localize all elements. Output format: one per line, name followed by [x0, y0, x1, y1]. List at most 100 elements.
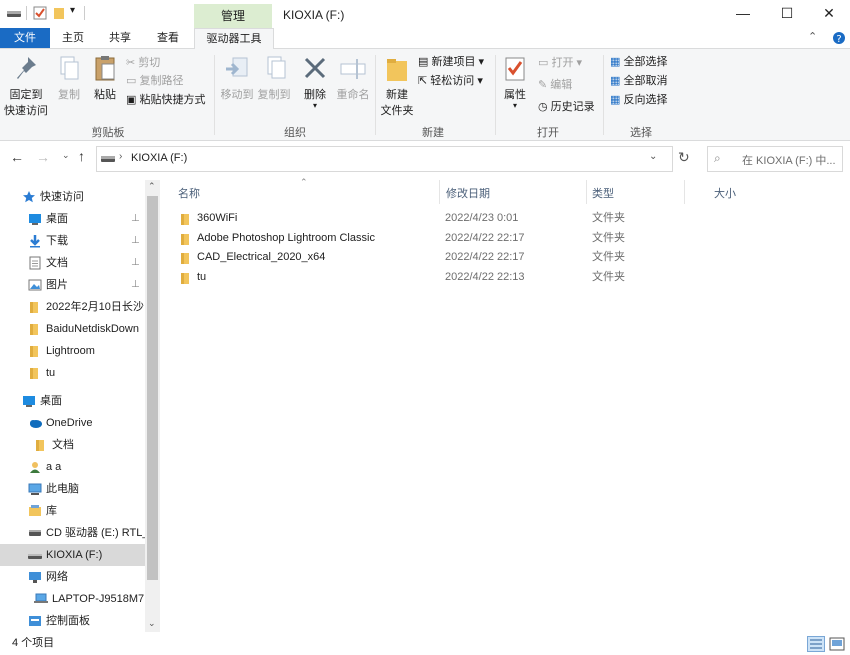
breadcrumb-chevron-icon[interactable]: ›	[119, 151, 122, 162]
sidebar-item[interactable]: 文档	[0, 434, 145, 456]
paste-icon	[95, 56, 115, 81]
refresh-icon[interactable]: ↻	[678, 149, 690, 166]
edit-icon: ✎	[538, 79, 551, 91]
pin-quick-access-button[interactable]: 固定到 快速访问	[4, 55, 48, 118]
maximize-button[interactable]: ☐	[764, 0, 810, 28]
tab-file[interactable]: 文件	[0, 28, 50, 48]
help-icon[interactable]: ?	[832, 31, 846, 45]
folder-icon	[28, 366, 42, 384]
select-none-button[interactable]: ▦ 全部取消	[610, 72, 667, 90]
file-name[interactable]: 360WiFi	[197, 208, 237, 228]
copy-button[interactable]: 复制	[52, 55, 86, 102]
edit-button[interactable]: ✎ 编辑	[538, 76, 572, 94]
large-icons-view-icon[interactable]	[829, 636, 845, 652]
open-button[interactable]: ▭ 打开 ▾	[538, 54, 582, 72]
tab-view[interactable]: 查看	[151, 28, 185, 48]
drive-icon[interactable]	[6, 8, 22, 20]
properties-dropdown-icon[interactable]: ▾	[498, 102, 532, 110]
back-arrow-icon[interactable]: ←	[10, 149, 24, 165]
tab-drive-tools[interactable]: 驱动器工具	[194, 28, 274, 49]
file-name[interactable]: tu	[197, 267, 206, 287]
sidebar-item[interactable]: CD 驱动器 (E:) RTL_	[0, 522, 145, 544]
file-name[interactable]: CAD_Electrical_2020_x64	[197, 247, 325, 267]
sidebar-item[interactable]: 2022年2月10日长沙	[0, 296, 145, 318]
file-name[interactable]: Adobe Photoshop Lightroom Classic	[197, 228, 375, 248]
pin-icon	[17, 57, 36, 79]
sidebar-item[interactable]: 桌面 ⊥	[0, 208, 145, 230]
cut-button[interactable]: ✂ 剪切	[126, 54, 160, 72]
sidebar-item-label: a a	[46, 461, 62, 473]
select-all-button[interactable]: ▦ 全部选择	[610, 53, 667, 71]
sidebar-item[interactable]: 桌面	[0, 390, 145, 412]
new-item-dropdown-icon[interactable]: ▾	[475, 56, 485, 68]
sidebar-item[interactable]: 快速访问	[0, 186, 145, 208]
sidebar-item[interactable]: LAPTOP-J9518M7	[0, 588, 145, 610]
sidebar-item-label: 快速访问	[40, 191, 84, 203]
up-arrow-icon[interactable]: ↑	[78, 148, 85, 164]
paste-shortcut-button[interactable]: ▣ 粘贴快捷方式	[126, 91, 205, 109]
table-row[interactable]: CAD_Electrical_2020_x64 2022/4/22 22:17 文件…	[172, 247, 672, 267]
group-label-organize: 组织	[284, 127, 306, 139]
table-row[interactable]: 360WiFi 2022/4/23 0:01 文件夹	[172, 208, 672, 228]
sidebar-item[interactable]: 此电脑	[0, 478, 145, 500]
sidebar-item[interactable]: 控制面板	[0, 610, 145, 632]
delete-button[interactable]: 删除 ▾	[298, 55, 332, 110]
new-folder-button[interactable]: 新建 文件夹	[378, 55, 416, 118]
new-folder-quick-icon[interactable]	[53, 6, 65, 20]
address-dropdown-icon[interactable]: ⌄	[649, 151, 657, 162]
column-header-modified[interactable]: 修改日期	[446, 185, 490, 203]
copy-path-button[interactable]: ▭ 复制路径	[126, 72, 183, 90]
table-row[interactable]: Adobe Photoshop Lightroom Classic 2022/4/…	[172, 228, 672, 248]
address-bar[interactable]: › KIOXIA (F:) ⌄	[96, 146, 673, 172]
sidebar-item-label: 控制面板	[46, 615, 90, 627]
copy-to-button[interactable]: 复制到	[256, 55, 292, 102]
easy-access-dropdown-icon[interactable]: ▾	[474, 75, 483, 87]
rename-button[interactable]: 重命名	[334, 55, 372, 102]
move-to-button[interactable]: 移动到	[219, 55, 255, 102]
minimize-button[interactable]: —	[720, 0, 766, 28]
paste-button[interactable]: 粘贴	[88, 55, 122, 102]
forward-arrow-icon[interactable]: →	[36, 149, 50, 165]
file-modified: 2022/4/22 22:17	[445, 251, 525, 264]
sidebar-item[interactable]: Lightroom	[0, 340, 145, 362]
ribbon-collapse-icon[interactable]: ⌃	[808, 30, 817, 43]
column-header-name[interactable]: 名称	[178, 185, 200, 203]
sidebar-item[interactable]: 下载 ⊥	[0, 230, 145, 252]
sidebar-item[interactable]: 网络	[0, 566, 145, 588]
sidebar-scroll-thumb[interactable]	[147, 196, 158, 580]
search-input[interactable]: 在 KIOXIA (F:) 中...	[742, 152, 836, 168]
pinned-icon: ⊥	[131, 235, 140, 246]
details-view-icon[interactable]	[807, 636, 825, 652]
tab-share[interactable]: 共享	[103, 28, 137, 48]
sidebar-item[interactable]: OneDrive	[0, 412, 145, 434]
search-box[interactable]: ⌕ 在 KIOXIA (F:) 中...	[707, 146, 843, 172]
new-folder-icon	[387, 59, 407, 81]
column-header-type[interactable]: 类型	[592, 185, 614, 203]
computer-icon	[28, 482, 42, 500]
sidebar-item[interactable]: a a	[0, 456, 145, 478]
table-row[interactable]: tu 2022/4/22 22:13 文件夹	[172, 267, 672, 287]
properties-check-icon[interactable]	[33, 6, 47, 20]
sidebar-item[interactable]: BaiduNetdiskDown	[0, 318, 145, 340]
close-button[interactable]: ✕	[806, 0, 850, 28]
delete-dropdown-icon[interactable]: ▾	[298, 102, 332, 110]
sidebar-item[interactable]: 图片 ⊥	[0, 274, 145, 296]
tab-home[interactable]: 主页	[56, 28, 90, 48]
scroll-down-icon[interactable]: ⌄	[148, 618, 156, 629]
column-header-size[interactable]: 大小	[714, 185, 736, 203]
invert-selection-button[interactable]: ▦ 反向选择	[610, 91, 667, 109]
properties-button[interactable]: 属性 ▾	[498, 55, 532, 110]
new-item-button[interactable]: ▤ 新建项目 ▾	[418, 53, 484, 71]
control-panel-icon	[28, 614, 42, 632]
qat-dropdown-icon[interactable]: ▾	[70, 5, 75, 16]
sidebar-item[interactable]: tu	[0, 362, 145, 384]
recent-locations-icon[interactable]: ⌄	[62, 150, 70, 161]
scroll-up-icon[interactable]: ⌃	[148, 181, 156, 192]
sidebar-item[interactable]: 库	[0, 500, 145, 522]
easy-access-button[interactable]: ⇱ 轻松访问 ▾	[418, 72, 483, 90]
history-button[interactable]: ◷ 历史记录	[538, 98, 595, 116]
sidebar-item[interactable]: 文档 ⊥	[0, 252, 145, 274]
context-tab-manage[interactable]: 管理	[194, 4, 272, 28]
breadcrumb-path[interactable]: KIOXIA (F:)	[131, 152, 187, 164]
sidebar-item[interactable]: KIOXIA (F:)	[0, 544, 145, 566]
